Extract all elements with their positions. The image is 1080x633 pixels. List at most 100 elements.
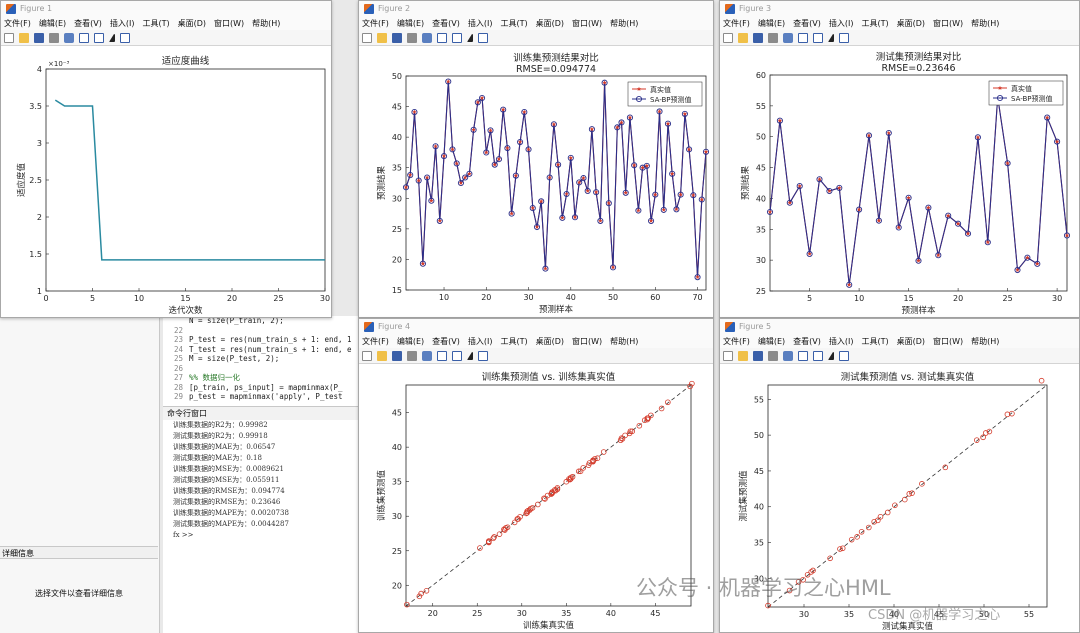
editor-line[interactable]: 25 M = size(P_test, 2); (163, 354, 363, 364)
code-editor[interactable]: N = size(P_train, 2); 22 23 P_test = res(nu… (163, 316, 363, 406)
figure-titlebar[interactable]: Figure 4 (359, 319, 713, 334)
property-inspector-icon[interactable] (120, 32, 130, 43)
link-plot-icon[interactable] (422, 32, 432, 43)
menu-item[interactable]: 编辑(E) (758, 18, 785, 29)
save-icon[interactable] (392, 350, 402, 361)
menu-item[interactable]: 窗口(W) (933, 336, 963, 347)
details-header[interactable]: 详细信息 (0, 546, 158, 559)
link-plot-icon[interactable] (783, 32, 793, 43)
edit-plot-icon[interactable] (467, 33, 473, 42)
editor-line[interactable]: 27 %% 数据归一化 (163, 373, 363, 383)
menu-item[interactable]: 文件(F) (4, 18, 31, 29)
editor-line[interactable]: 28 [p_train, ps_input] = mapminmax(P_ (163, 383, 363, 393)
editor-line[interactable]: 23 P_test = res(num_train_s + 1: end, 1 (163, 335, 363, 345)
figure-menubar[interactable]: 文件(F) 编辑(E) 查看(V) 插入(I) 工具(T) 桌面(D) 窗口(W) 帮助(H) (359, 16, 713, 30)
menu-item[interactable]: 窗口(W) (214, 18, 244, 29)
editor-line[interactable]: 24 T_test = res(num_train_s + 1: end, e (163, 345, 363, 355)
figure-titlebar[interactable]: Figure 1 (1, 1, 331, 16)
figure-menubar[interactable]: 文件(F) 编辑(E) 查看(V) 插入(I) 工具(T) 桌面(D) 窗口(W) 帮助(H) (359, 334, 713, 348)
insert-legend-icon[interactable] (813, 32, 823, 43)
menu-item[interactable]: 帮助(H) (610, 336, 638, 347)
menu-item[interactable]: 文件(F) (362, 336, 389, 347)
figure-window-2[interactable]: Figure 2 文件(F) 编辑(E) 查看(V) 插入(I) 工具(T) 桌面(D) 窗… (358, 0, 714, 318)
property-inspector-icon[interactable] (839, 350, 849, 361)
insert-legend-icon[interactable] (452, 350, 462, 361)
open-file-icon[interactable] (738, 350, 748, 361)
menu-item[interactable]: 桌面(D) (897, 18, 925, 29)
menu-item[interactable]: 窗口(W) (572, 18, 602, 29)
figure-toolbar[interactable] (720, 348, 1079, 364)
link-plot-icon[interactable] (422, 350, 432, 361)
figure-toolbar[interactable] (359, 30, 713, 46)
insert-legend-icon[interactable] (452, 32, 462, 43)
insert-legend-icon[interactable] (813, 350, 823, 361)
menu-item[interactable]: 帮助(H) (971, 336, 999, 347)
menu-item[interactable]: 工具(T) (142, 18, 169, 29)
figure-titlebar[interactable]: Figure 5 (720, 319, 1079, 334)
editor-line[interactable]: 26 (163, 364, 363, 374)
menu-item[interactable]: 编辑(E) (397, 18, 424, 29)
figure-toolbar[interactable] (359, 348, 713, 364)
save-icon[interactable] (753, 32, 763, 43)
menu-item[interactable]: 查看(V) (432, 18, 460, 29)
insert-colorbar-icon[interactable] (437, 350, 447, 361)
property-inspector-icon[interactable] (478, 32, 488, 43)
menu-item[interactable]: 插入(I) (468, 336, 493, 347)
new-figure-icon[interactable] (362, 32, 372, 43)
editor-line[interactable]: 22 (163, 326, 363, 336)
link-plot-icon[interactable] (783, 350, 793, 361)
menu-item[interactable]: 桌面(D) (897, 336, 925, 347)
print-icon[interactable] (49, 32, 59, 43)
menu-item[interactable]: 桌面(D) (536, 18, 564, 29)
insert-colorbar-icon[interactable] (79, 32, 89, 43)
figure-window-3[interactable]: Figure 3 文件(F) 编辑(E) 查看(V) 插入(I) 工具(T) 桌面(D) 窗… (719, 0, 1080, 318)
figure-titlebar[interactable]: Figure 3 (720, 1, 1079, 16)
command-window[interactable]: 命令行窗口 训练集数据的R2为：0.99982 测试集数据的R2为：0.99918… (163, 406, 363, 633)
menu-item[interactable]: 编辑(E) (758, 336, 785, 347)
new-figure-icon[interactable] (4, 32, 14, 43)
figure-titlebar[interactable]: Figure 2 (359, 1, 713, 16)
command-prompt[interactable]: fx >> (163, 530, 363, 541)
menu-item[interactable]: 插入(I) (829, 336, 854, 347)
save-icon[interactable] (753, 350, 763, 361)
new-figure-icon[interactable] (723, 32, 733, 43)
figure-toolbar[interactable] (720, 30, 1079, 46)
insert-colorbar-icon[interactable] (437, 32, 447, 43)
figure-menubar[interactable]: 文件(F) 编辑(E) 查看(V) 插入(I) 工具(T) 桌面(D) 窗口(W) 帮助(H) (1, 16, 331, 30)
menu-item[interactable]: 帮助(H) (971, 18, 999, 29)
menu-item[interactable]: 帮助(H) (252, 18, 280, 29)
edit-plot-icon[interactable] (467, 351, 473, 360)
open-file-icon[interactable] (377, 32, 387, 43)
editor-line[interactable]: 29 p_test = mapminmax('apply', P_test (163, 392, 363, 402)
edit-plot-icon[interactable] (109, 33, 115, 42)
print-icon[interactable] (768, 350, 778, 361)
menu-item[interactable]: 文件(F) (362, 18, 389, 29)
menu-item[interactable]: 插入(I) (110, 18, 135, 29)
menu-item[interactable]: 窗口(W) (933, 18, 963, 29)
edit-plot-icon[interactable] (828, 33, 834, 42)
edit-plot-icon[interactable] (828, 351, 834, 360)
menu-item[interactable]: 编辑(E) (397, 336, 424, 347)
menu-item[interactable]: 查看(V) (793, 18, 821, 29)
new-figure-icon[interactable] (362, 350, 372, 361)
save-icon[interactable] (34, 32, 44, 43)
figure-window-1[interactable]: Figure 1 文件(F) 编辑(E) 查看(V) 插入(I) 工具(T) 桌面(D) 窗… (0, 0, 332, 318)
figure-toolbar[interactable] (1, 30, 331, 46)
insert-legend-icon[interactable] (94, 32, 104, 43)
figure-menubar[interactable]: 文件(F) 编辑(E) 查看(V) 插入(I) 工具(T) 桌面(D) 窗口(W) 帮助(H) (720, 334, 1079, 348)
menu-item[interactable]: 查看(V) (793, 336, 821, 347)
menu-item[interactable]: 工具(T) (500, 336, 527, 347)
save-icon[interactable] (392, 32, 402, 43)
menu-item[interactable]: 工具(T) (861, 336, 888, 347)
menu-item[interactable]: 编辑(E) (39, 18, 66, 29)
open-file-icon[interactable] (377, 350, 387, 361)
figure-menubar[interactable]: 文件(F) 编辑(E) 查看(V) 插入(I) 工具(T) 桌面(D) 窗口(W) 帮助(H) (720, 16, 1079, 30)
menu-item[interactable]: 插入(I) (829, 18, 854, 29)
menu-item[interactable]: 查看(V) (74, 18, 102, 29)
property-inspector-icon[interactable] (839, 32, 849, 43)
print-icon[interactable] (768, 32, 778, 43)
print-icon[interactable] (407, 350, 417, 361)
open-file-icon[interactable] (738, 32, 748, 43)
menu-item[interactable]: 工具(T) (861, 18, 888, 29)
menu-item[interactable]: 桌面(D) (536, 336, 564, 347)
